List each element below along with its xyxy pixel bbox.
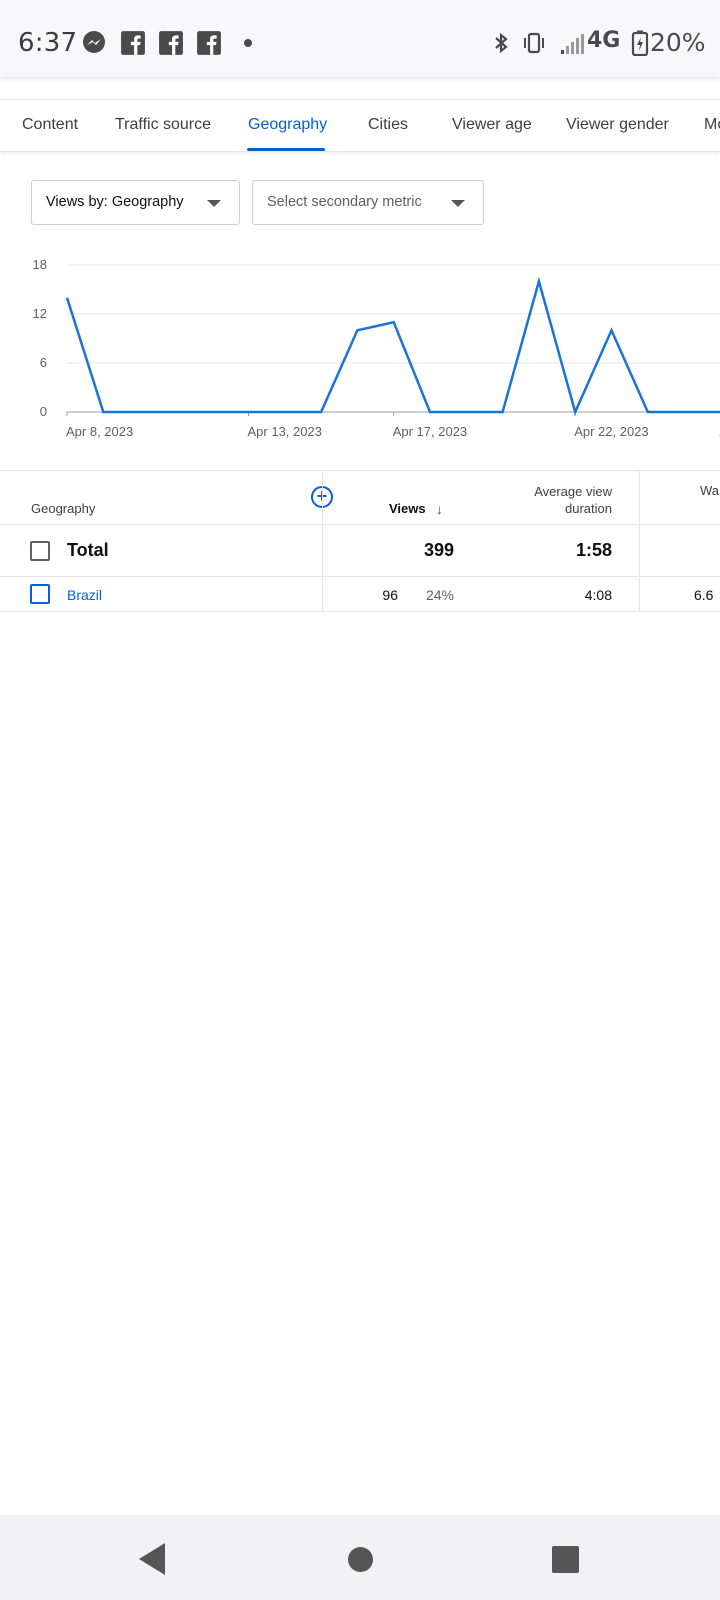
y-tick-label: 6 bbox=[40, 355, 47, 370]
tab-viewer-age[interactable]: Viewer age bbox=[452, 100, 532, 151]
data-point bbox=[355, 328, 359, 332]
data-point bbox=[464, 410, 468, 414]
header-geography[interactable]: Geography bbox=[31, 501, 95, 516]
data-point bbox=[610, 328, 614, 332]
table-header: Geography + Views ↓ Average view duratio… bbox=[0, 470, 720, 525]
status-bar: 6:37 4G 20% bbox=[0, 0, 720, 77]
network-type: 4G bbox=[587, 28, 621, 53]
primary-metric-label: Views by: Geography bbox=[46, 194, 184, 210]
battery-percent: 20% bbox=[650, 28, 706, 57]
data-point bbox=[65, 296, 69, 300]
home-icon[interactable] bbox=[348, 1547, 373, 1572]
total-label: Total bbox=[67, 540, 109, 560]
row-watch-time: 6.6 bbox=[694, 587, 714, 603]
back-icon[interactable] bbox=[139, 1543, 165, 1575]
data-point bbox=[101, 410, 105, 414]
tab-bar: Content Traffic source Geography Cities … bbox=[0, 99, 720, 152]
recents-icon[interactable] bbox=[552, 1546, 579, 1573]
column-divider bbox=[639, 471, 640, 524]
data-point bbox=[247, 410, 251, 414]
total-views: 399 bbox=[423, 540, 454, 560]
row-views: 96 bbox=[382, 587, 398, 603]
header-watch-time[interactable]: Wa bbox=[700, 483, 719, 498]
y-tick-label: 12 bbox=[33, 306, 47, 321]
x-tick-label: Apr 8, 2023 bbox=[66, 424, 133, 439]
x-tick-label: Apr 22, 2023 bbox=[574, 424, 648, 439]
notification-dot-icon bbox=[244, 39, 252, 47]
views-line-chart: 18 12 6 0 Apr 8, 2023 Apr 13, 2023 Apr 17, 202… bbox=[33, 257, 720, 439]
header-avg-view-duration[interactable]: Average view duration bbox=[502, 483, 612, 517]
data-point bbox=[138, 410, 142, 414]
total-avg-duration: 1:58 bbox=[575, 540, 612, 560]
data-point bbox=[283, 410, 287, 414]
y-tick-label: 18 bbox=[33, 257, 47, 272]
total-checkbox[interactable] bbox=[30, 541, 50, 561]
column-divider bbox=[639, 525, 640, 576]
status-time: 6:37 bbox=[18, 28, 78, 58]
data-point bbox=[682, 410, 686, 414]
facebook-icon bbox=[121, 31, 145, 55]
data-point bbox=[174, 410, 178, 414]
header-views[interactable]: Views bbox=[389, 501, 426, 516]
column-divider bbox=[322, 525, 323, 576]
row-avg-duration: 4:08 bbox=[584, 587, 612, 603]
row-checkbox[interactable] bbox=[30, 584, 50, 604]
chevron-down-icon bbox=[207, 200, 221, 207]
data-point bbox=[573, 410, 577, 414]
data-point bbox=[646, 410, 650, 414]
vibrate-icon bbox=[524, 32, 544, 54]
signal-icon bbox=[561, 34, 584, 54]
column-divider bbox=[322, 577, 323, 611]
table-row-total: Total 399 1:58 bbox=[0, 525, 720, 577]
sort-down-icon[interactable]: ↓ bbox=[436, 501, 443, 517]
table-row: Brazil 96 24% 4:08 6.6 bbox=[0, 577, 720, 612]
data-point bbox=[210, 410, 214, 414]
tab-more[interactable]: Mo bbox=[704, 100, 720, 151]
geography-table: Geography + Views ↓ Average view duratio… bbox=[0, 470, 720, 612]
battery-charging-icon bbox=[631, 30, 649, 56]
data-point bbox=[537, 279, 541, 283]
column-divider bbox=[639, 577, 640, 611]
y-tick-label: 0 bbox=[40, 404, 47, 419]
row-views-percent: 24% bbox=[425, 587, 454, 603]
column-divider bbox=[322, 471, 323, 524]
x-tick-label: Apr 13, 2023 bbox=[248, 424, 322, 439]
tab-cities[interactable]: Cities bbox=[368, 100, 408, 151]
facebook-icon bbox=[197, 31, 221, 55]
active-tab-indicator bbox=[247, 148, 325, 151]
data-point bbox=[319, 410, 323, 414]
secondary-metric-select[interactable]: Select secondary metric bbox=[252, 180, 484, 225]
views-series-line bbox=[65, 276, 720, 416]
header-avg-line2: duration bbox=[565, 501, 612, 516]
bluetooth-icon bbox=[495, 32, 508, 54]
header-avg-line1: Average view bbox=[534, 484, 612, 499]
tab-geography[interactable]: Geography bbox=[248, 100, 327, 151]
secondary-metric-placeholder: Select secondary metric bbox=[267, 194, 422, 210]
messenger-icon bbox=[83, 31, 105, 53]
x-tick-label: Apr 17, 2023 bbox=[393, 424, 467, 439]
tab-content[interactable]: Content bbox=[22, 100, 78, 151]
primary-metric-select[interactable]: Views by: Geography bbox=[31, 180, 240, 225]
facebook-icon bbox=[159, 31, 183, 55]
tab-traffic-source[interactable]: Traffic source bbox=[115, 100, 211, 151]
row-geography-label[interactable]: Brazil bbox=[67, 587, 102, 603]
data-point bbox=[428, 410, 432, 414]
chevron-down-icon bbox=[451, 200, 465, 207]
system-nav-bar bbox=[0, 1515, 720, 1600]
data-point bbox=[392, 320, 396, 324]
tab-viewer-gender[interactable]: Viewer gender bbox=[566, 100, 669, 151]
data-point bbox=[501, 410, 505, 414]
